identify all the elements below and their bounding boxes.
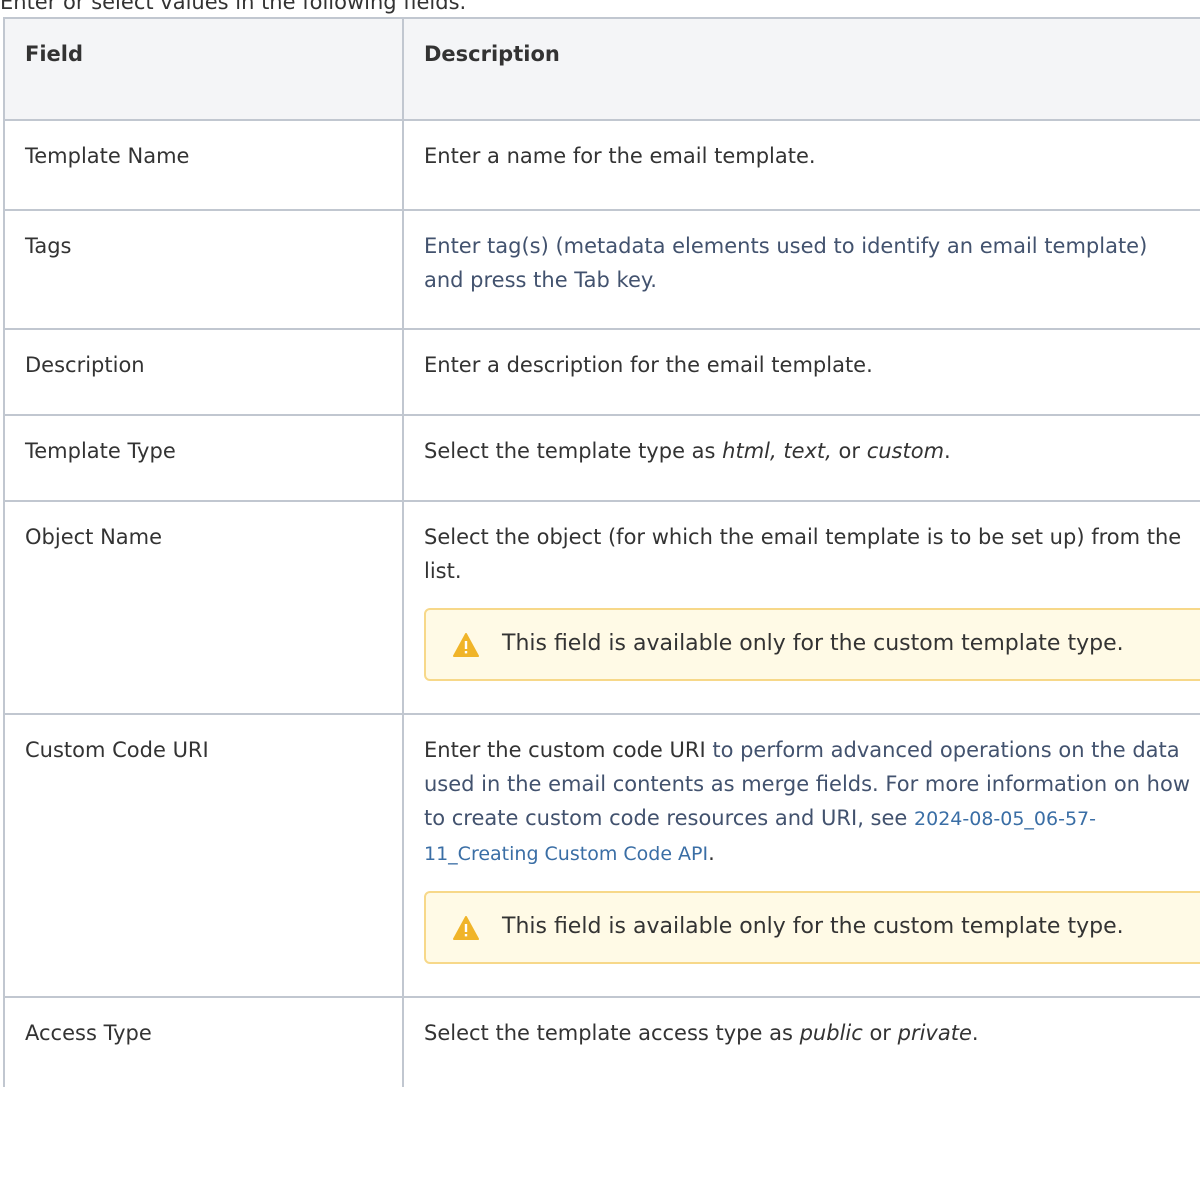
description-text: or	[831, 439, 867, 463]
warning-note: This field is available only for the cus…	[424, 891, 1200, 964]
table-row: Custom Code URI Enter the custom code UR…	[3, 713, 1200, 998]
field-name: Object Name	[3, 500, 404, 715]
description-text: or	[862, 1021, 898, 1045]
fields-table: Field Description Template Name Enter a …	[3, 17, 1200, 1087]
field-name: Tags	[3, 209, 404, 330]
field-name: Description	[3, 328, 404, 416]
table-row: Description Enter a description for the …	[3, 328, 1200, 416]
table-row: Template Type Select the template type a…	[3, 414, 1200, 502]
field-name: Access Type	[3, 996, 404, 1087]
option-private: private	[897, 1021, 972, 1045]
warning-icon	[453, 633, 479, 657]
description-text: Enter the custom code URI to perform adv…	[424, 738, 1190, 865]
table-row: Access Type Select the template access t…	[3, 996, 1200, 1087]
warning-note: This field is available only for the cus…	[424, 608, 1200, 681]
field-description: Enter a name for the email template.	[402, 119, 1200, 211]
warning-text: This field is available only for the cus…	[502, 631, 1124, 656]
description-text: Select the template type as	[424, 439, 723, 463]
description-text: .	[971, 1021, 979, 1045]
field-name: Custom Code URI	[3, 713, 404, 998]
option-html-text: html, text,	[722, 439, 832, 463]
option-custom: custom	[866, 439, 945, 463]
table-row: Object Name Select the object (for which…	[3, 500, 1200, 715]
table-row: Template Name Enter a name for the email…	[3, 119, 1200, 211]
field-description: Enter the custom code URI to perform adv…	[402, 713, 1200, 998]
field-description: Select the template access type as publi…	[402, 996, 1200, 1087]
table-header-row: Field Description	[3, 17, 1200, 121]
field-description: Enter a description for the email templa…	[402, 328, 1200, 416]
field-name: Template Name	[3, 119, 404, 211]
option-public: public	[799, 1021, 863, 1045]
table-row: Tags Enter tag(s) (metadata elements use…	[3, 209, 1200, 330]
warning-icon	[453, 916, 479, 940]
field-description: Select the object (for which the email t…	[402, 500, 1200, 715]
field-description: Select the template type as html, text, …	[402, 414, 1200, 502]
field-description: Enter tag(s) (metadata elements used to …	[402, 209, 1200, 330]
description-text: .	[944, 439, 951, 463]
warning-text: This field is available only for the cus…	[502, 914, 1124, 939]
description-text: Select the object (for which the email t…	[424, 525, 1182, 583]
description-text: Select the template access type as	[424, 1021, 800, 1045]
column-header-description: Description	[402, 17, 1200, 121]
field-name: Template Type	[3, 414, 404, 502]
column-header-field: Field	[3, 17, 404, 121]
